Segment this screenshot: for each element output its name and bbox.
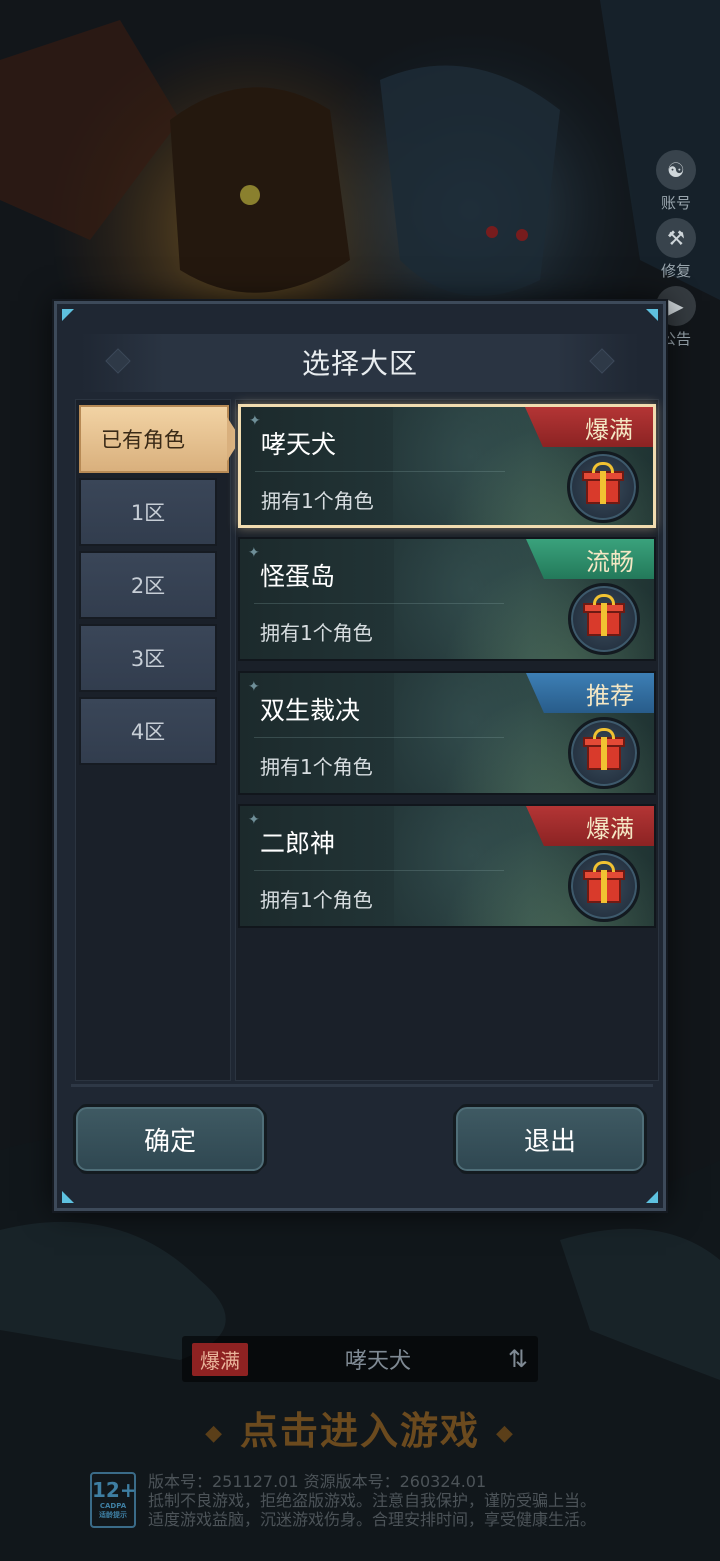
server-name: 怪蛋岛 xyxy=(260,562,336,591)
tab-label: 2区 xyxy=(130,574,166,598)
repair-button[interactable]: ⚒ 修复 xyxy=(646,218,706,281)
region-tab-panel: 已有角色 1区 2区 3区 4区 xyxy=(75,399,241,1081)
card-divider xyxy=(254,603,504,604)
tab-label: 4区 xyxy=(130,720,166,744)
legal-notice: 12+ CADPA 适龄提示 版本号：251127.01 资源版本号：26032… xyxy=(90,1470,690,1530)
tab-region-4[interactable]: 4区 xyxy=(79,697,217,765)
gift-icon[interactable] xyxy=(568,717,640,789)
footer-divider xyxy=(71,1084,653,1087)
server-card[interactable]: ✦ 怪蛋岛 拥有1个角色 流畅 xyxy=(238,537,656,661)
sparkle-icon: ✦ xyxy=(248,679,260,695)
status-badge: 推荐 xyxy=(526,673,654,713)
age-rating-badge: 12+ CADPA 适龄提示 xyxy=(90,1472,137,1528)
tab-region-3[interactable]: 3区 xyxy=(79,624,217,692)
corner-ornament xyxy=(646,1191,658,1203)
tab-region-2[interactable]: 2区 xyxy=(79,551,217,619)
gift-icon[interactable] xyxy=(568,583,640,655)
age-rating: 12+ xyxy=(92,1478,137,1502)
dialog-title: 选择大区 xyxy=(301,347,418,380)
current-server-bar[interactable]: 爆满 哮天犬 ⇅ xyxy=(182,1336,538,1382)
age-org: CADPA xyxy=(99,1502,127,1510)
server-card[interactable]: ✦ 双生裁决 拥有1个角色 推荐 xyxy=(238,671,656,795)
version-line: 版本号：251127.01 资源版本号：260324.01 xyxy=(148,1472,487,1491)
corner-ornament xyxy=(62,309,74,321)
tab-label: 3区 xyxy=(130,647,166,671)
card-divider xyxy=(254,870,504,871)
diamond-right-icon: ◆ xyxy=(496,1421,515,1446)
server-select-dialog: 选择大区 已有角色 1区 2区 3区 4区 ✦ 哮天犬 拥有1个角色 爆满 ✦ … xyxy=(54,301,666,1211)
account-label: 账号 xyxy=(660,194,691,212)
diamond-left-icon: ◆ xyxy=(205,1421,224,1446)
status-badge: 流畅 xyxy=(526,539,654,579)
confirm-button[interactable]: 确定 xyxy=(73,1104,267,1174)
server-name: 哮天犬 xyxy=(261,430,337,459)
server-list: ✦ 哮天犬 拥有1个角色 爆满 ✦ 怪蛋岛 拥有1个角色 流畅 ✦ 双生裁决 拥… xyxy=(235,399,659,1081)
account-icon: ☯ xyxy=(656,150,696,190)
gift-icon[interactable] xyxy=(568,850,640,922)
server-card[interactable]: ✦ 哮天犬 拥有1个角色 爆满 xyxy=(238,404,656,528)
server-role-count: 拥有1个角色 xyxy=(260,888,373,912)
health-notice-line1: 抵制不良游戏，拒绝盗版游戏。注意自我保护，谨防受骗上当。 xyxy=(148,1491,597,1510)
card-divider xyxy=(255,471,505,472)
card-divider xyxy=(254,737,504,738)
server-role-count: 拥有1个角色 xyxy=(260,621,373,645)
account-button[interactable]: ☯ 账号 xyxy=(646,150,706,213)
tab-label: 已有角色 xyxy=(101,428,185,452)
tab-existing-characters[interactable]: 已有角色 xyxy=(79,405,241,473)
current-server-name: 哮天犬 xyxy=(344,1349,411,1374)
swap-icon: ⇅ xyxy=(507,1345,528,1373)
repair-label: 修复 xyxy=(660,262,691,280)
server-role-count: 拥有1个角色 xyxy=(261,489,374,513)
corner-ornament xyxy=(646,309,658,321)
server-role-count: 拥有1个角色 xyxy=(260,755,373,779)
server-name: 双生裁决 xyxy=(260,696,361,725)
current-server-status: 爆满 xyxy=(192,1342,248,1376)
wrench-icon: ⚒ xyxy=(656,218,696,258)
status-badge: 爆满 xyxy=(525,407,653,447)
tab-label: 1区 xyxy=(130,501,166,525)
health-notice-line2: 适度游戏益脑，沉迷游戏伤身。合理安排时间，享受健康生活。 xyxy=(148,1510,597,1529)
age-note: 适龄提示 xyxy=(99,1511,127,1519)
gift-icon[interactable] xyxy=(567,451,639,523)
corner-ornament xyxy=(62,1191,74,1203)
status-badge: 爆满 xyxy=(526,806,654,846)
sparkle-icon: ✦ xyxy=(249,413,261,429)
tab-region-1[interactable]: 1区 xyxy=(79,478,217,546)
legal-text: 版本号：251127.01 资源版本号：260324.01 抵制不良游戏，拒绝盗… xyxy=(148,1472,596,1529)
enter-game-label: 点击进入游戏 xyxy=(239,1409,480,1453)
server-card[interactable]: ✦ 二郎神 拥有1个角色 爆满 xyxy=(238,804,656,928)
exit-button[interactable]: 退出 xyxy=(453,1104,647,1174)
sparkle-icon: ✦ xyxy=(248,812,260,828)
server-name: 二郎神 xyxy=(260,829,336,858)
sparkle-icon: ✦ xyxy=(248,545,260,561)
enter-game-button[interactable]: ◆ 点击进入游戏 ◆ xyxy=(0,1400,720,1455)
